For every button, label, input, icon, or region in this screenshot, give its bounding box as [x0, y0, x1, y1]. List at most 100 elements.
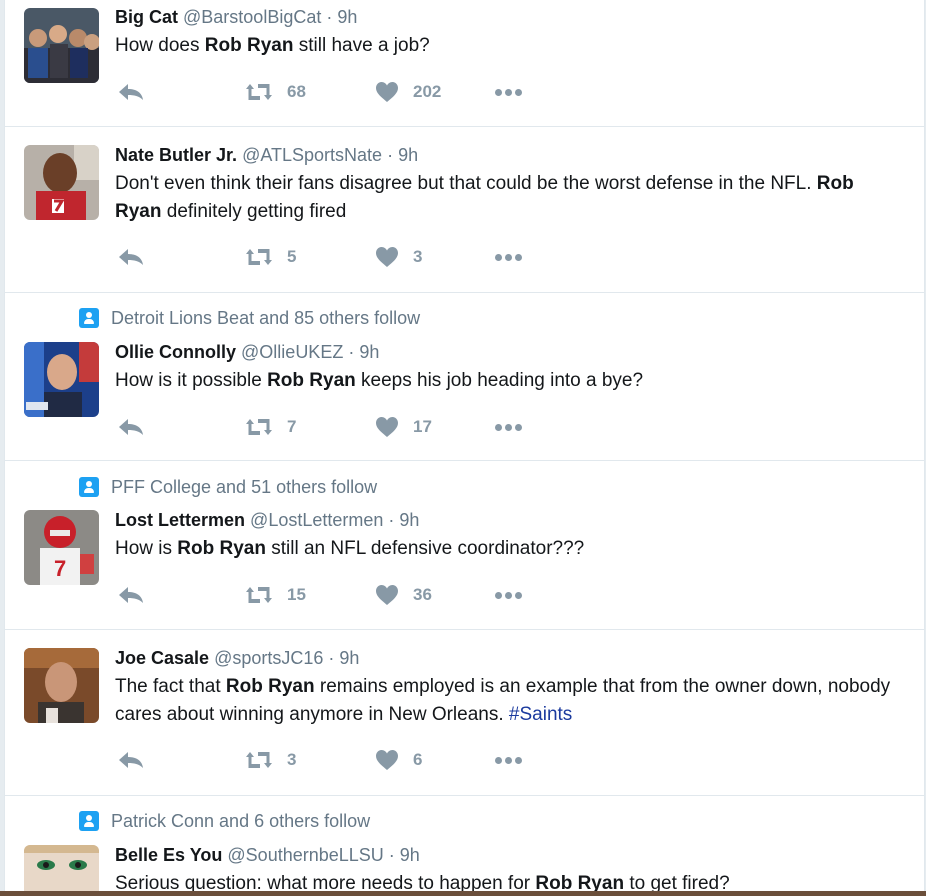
tweet-header: Joe Casale @sportsJC16 · 9h: [115, 648, 359, 672]
highlighted-search-term: Rob Ryan: [204, 35, 294, 56]
display-name[interactable]: Ollie Connolly: [115, 342, 236, 362]
tweet-actions: 3 6: [117, 747, 522, 773]
retweet-count: 3: [287, 750, 297, 769]
retweet-icon: [246, 419, 272, 435]
tweet-header: Big Cat @BarstoolBigCat · 9h: [115, 7, 357, 31]
tweet-header: Belle Es You @SouthernbeLLSU · 9h: [115, 845, 420, 869]
reply-button[interactable]: [117, 750, 145, 770]
tweet[interactable]: Nate Butler Jr. @ATLSportsNate · 9h Don'…: [5, 126, 924, 293]
timeline-feed: Big Cat @BarstoolBigCat · 9h How does Ro…: [4, 0, 925, 896]
display-name[interactable]: Big Cat: [115, 7, 178, 27]
tweet[interactable]: Joe Casale @sportsJC16 · 9h The fact tha…: [5, 629, 924, 796]
more-dots-icon[interactable]: [495, 756, 522, 764]
like-button[interactable]: 6: [375, 749, 422, 771]
user-handle[interactable]: @ATLSportsNate: [242, 145, 382, 165]
reply-arrow-icon: [119, 419, 143, 435]
reply-arrow-icon: [119, 752, 143, 768]
tweet[interactable]: Patrick Conn and 6 others follow Belle E…: [5, 795, 924, 896]
person-follow-icon: [79, 811, 99, 831]
tweet-text-run: How does: [115, 35, 205, 56]
tweet-header: Nate Butler Jr. @ATLSportsNate · 9h: [115, 145, 418, 169]
timestamp[interactable]: · 9h: [387, 145, 418, 165]
tweet-text-run: The fact that: [115, 676, 226, 697]
tweet-text: How is Rob Ryan still an NFL defensive c…: [115, 535, 905, 563]
social-context[interactable]: PFF College and 51 others follow: [79, 477, 377, 497]
highlighted-search-term: Rob Ryan: [225, 676, 315, 697]
reply-arrow-icon: [119, 587, 143, 603]
more-dots-icon[interactable]: [495, 591, 522, 599]
reply-button[interactable]: [117, 82, 145, 102]
like-button[interactable]: 36: [375, 584, 432, 606]
display-name[interactable]: Joe Casale: [115, 648, 209, 668]
reply-button[interactable]: [117, 585, 145, 605]
heart-icon: [376, 417, 398, 437]
retweet-icon: [246, 587, 272, 603]
tweet-text-run: definitely getting fired: [161, 201, 347, 222]
highlighted-search-term: Rob Ryan: [177, 538, 266, 559]
like-button[interactable]: 17: [375, 416, 432, 438]
heart-icon: [376, 750, 398, 770]
reply-button[interactable]: [117, 417, 145, 437]
tweet-header: Lost Lettermen @LostLettermen · 9h: [115, 510, 419, 534]
tweet-actions: 5 3: [117, 244, 522, 270]
tweet-text: The fact that Rob Ryan remains employed …: [115, 673, 905, 729]
window-bottom-edge: [0, 891, 926, 896]
tweet[interactable]: Detroit Lions Beat and 85 others follow …: [5, 292, 924, 461]
avatar[interactable]: 7: [24, 510, 99, 585]
timestamp[interactable]: · 9h: [389, 845, 420, 865]
like-count: 202: [413, 82, 442, 101]
heart-icon: [376, 82, 398, 102]
svg-text:7: 7: [54, 556, 66, 581]
heart-icon: [376, 247, 398, 267]
user-handle[interactable]: @sportsJC16: [214, 648, 323, 668]
tweet-text-run: still an NFL defensive coordinator???: [265, 538, 585, 559]
tweet-text: How does Rob Ryan still have a job?: [115, 32, 905, 60]
person-follow-icon: [79, 477, 99, 497]
tweet[interactable]: PFF College and 51 others follow 7 Lost …: [5, 460, 924, 630]
avatar[interactable]: [24, 648, 99, 723]
display-name[interactable]: Belle Es You: [115, 845, 222, 865]
more-dots-icon[interactable]: [495, 423, 522, 431]
tweet-header: Ollie Connolly @OllieUKEZ · 9h: [115, 342, 379, 366]
person-follow-icon: [79, 308, 99, 328]
user-handle[interactable]: @SouthernbeLLSU: [227, 845, 383, 865]
avatar[interactable]: [24, 342, 99, 417]
retweet-count: 68: [287, 82, 306, 101]
retweet-icon: [246, 84, 272, 100]
timestamp[interactable]: · 9h: [348, 342, 379, 362]
hashtag-link[interactable]: #Saints: [509, 704, 572, 725]
tweet-text-run: How is: [115, 538, 178, 559]
like-count: 3: [413, 247, 423, 266]
more-dots-icon[interactable]: [495, 88, 522, 96]
user-handle[interactable]: @OllieUKEZ: [241, 342, 343, 362]
retweet-button[interactable]: 5: [243, 247, 296, 267]
display-name[interactable]: Nate Butler Jr.: [115, 145, 237, 165]
retweet-button[interactable]: 68: [243, 82, 306, 102]
reply-button[interactable]: [117, 247, 145, 267]
social-context-text: PFF College and 51 others follow: [111, 476, 378, 497]
avatar[interactable]: [24, 845, 99, 896]
timestamp[interactable]: · 9h: [328, 648, 359, 668]
user-handle[interactable]: @LostLettermen: [250, 510, 383, 530]
retweet-button[interactable]: 15: [243, 585, 306, 605]
tweet-text-run: still have a job?: [293, 35, 430, 56]
user-handle[interactable]: @BarstoolBigCat: [183, 7, 321, 27]
more-dots-icon[interactable]: [495, 253, 522, 261]
social-context[interactable]: Detroit Lions Beat and 85 others follow: [79, 308, 420, 328]
display-name[interactable]: Lost Lettermen: [115, 510, 245, 530]
retweet-count: 15: [287, 585, 306, 604]
tweet-text-run: Don't even think their fans disagree but…: [115, 173, 817, 194]
like-button[interactable]: 202: [375, 81, 441, 103]
retweet-button[interactable]: 3: [243, 750, 296, 770]
timestamp[interactable]: · 9h: [326, 7, 357, 27]
tweet[interactable]: Big Cat @BarstoolBigCat · 9h How does Ro…: [5, 0, 924, 127]
tweet-actions: 68 202: [117, 79, 522, 105]
like-button[interactable]: 3: [375, 246, 422, 268]
social-context[interactable]: Patrick Conn and 6 others follow: [79, 811, 370, 831]
timestamp[interactable]: · 9h: [388, 510, 419, 530]
retweet-button[interactable]: 7: [243, 417, 296, 437]
avatar[interactable]: [24, 8, 99, 83]
avatar[interactable]: [24, 145, 99, 220]
tweet-actions: 15 36: [117, 582, 522, 608]
tweet-text: How is it possible Rob Ryan keeps his jo…: [115, 367, 905, 395]
